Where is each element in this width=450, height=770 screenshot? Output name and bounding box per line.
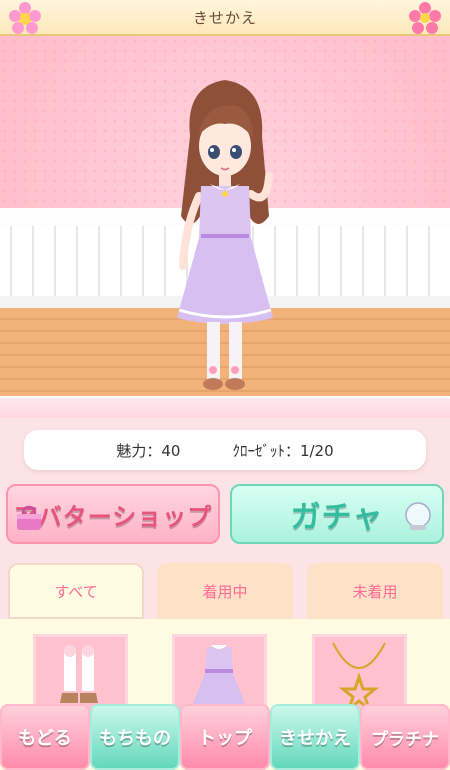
tab-wearing[interactable]: 着用中 xyxy=(157,563,293,619)
nav-platinum-button[interactable]: プラチナ xyxy=(360,704,450,770)
nav-inventory-button[interactable]: もちもの xyxy=(90,704,180,770)
section-divider xyxy=(0,396,450,418)
avatar-shop-button[interactable]: アバターショップ xyxy=(6,484,220,544)
header-bar: きせかえ xyxy=(0,0,450,36)
crystal-ball-icon xyxy=(405,502,431,530)
nav-back-button[interactable]: もどる xyxy=(0,704,90,770)
gacha-label: ガチャ xyxy=(290,500,384,535)
flower-icon xyxy=(409,2,441,34)
page-title: きせかえ xyxy=(192,8,257,27)
flower-icon xyxy=(9,2,41,34)
nav-dressup-button[interactable]: きせかえ xyxy=(270,704,360,770)
closet-stat: ｸﾛｰｾﾞｯﾄ：1/20 xyxy=(232,441,334,460)
nav-top-button[interactable]: トップ xyxy=(180,704,270,770)
tab-not-wearing[interactable]: 未着用 xyxy=(307,563,443,619)
tab-all[interactable]: すべて xyxy=(8,563,144,619)
avatar-character[interactable] xyxy=(165,66,285,396)
shopping-bag-icon xyxy=(17,505,41,530)
stats-bar: 魅力：40 ｸﾛｰｾﾞｯﾄ：1/20 xyxy=(24,430,426,470)
avatar-stage xyxy=(0,36,450,396)
gacha-button[interactable]: ガチャ xyxy=(230,484,444,544)
charm-stat: 魅力：40 xyxy=(116,441,181,460)
